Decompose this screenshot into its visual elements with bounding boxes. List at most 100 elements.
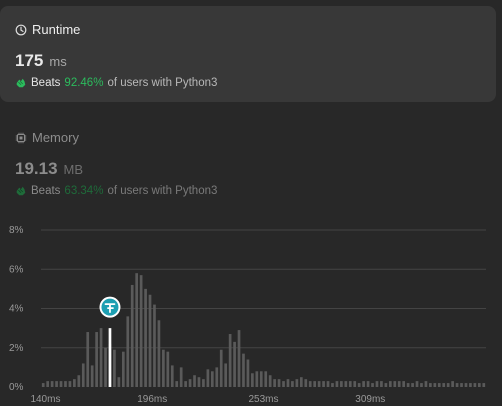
distribution-bar[interactable] (251, 373, 254, 387)
distribution-bar[interactable] (286, 379, 290, 387)
distribution-bar[interactable] (81, 363, 85, 387)
distribution-bar[interactable] (331, 383, 334, 387)
distribution-bar[interactable] (166, 351, 170, 387)
distribution-bar[interactable] (388, 381, 392, 387)
distribution-bar[interactable] (313, 381, 317, 387)
distribution-bar[interactable] (366, 381, 370, 387)
distribution-bar[interactable] (348, 381, 352, 387)
distribution-bar[interactable] (170, 365, 174, 387)
distribution-bar[interactable] (90, 365, 94, 387)
distribution-bar[interactable] (59, 381, 63, 387)
distribution-bar[interactable] (415, 381, 419, 387)
distribution-bar[interactable] (282, 381, 285, 387)
distribution-bar[interactable] (442, 383, 446, 387)
distribution-bar[interactable] (41, 383, 45, 387)
distribution-bar[interactable] (237, 330, 241, 387)
distribution-bar[interactable] (264, 371, 268, 387)
distribution-bar[interactable] (317, 381, 321, 387)
distribution-bar[interactable] (295, 379, 299, 387)
distribution-bar[interactable] (299, 377, 303, 387)
distribution-bar[interactable] (451, 381, 454, 387)
distribution-bar[interactable] (380, 381, 383, 387)
distribution-bar[interactable] (95, 332, 98, 387)
distribution-bar[interactable] (202, 379, 205, 387)
distribution-bar[interactable] (121, 351, 125, 387)
your-submission-bar[interactable] (108, 328, 112, 387)
distribution-bar[interactable] (197, 377, 201, 387)
distribution-bar[interactable] (139, 275, 143, 387)
distribution-bar[interactable] (224, 363, 228, 387)
distribution-bar[interactable] (477, 383, 481, 387)
distribution-bar[interactable] (402, 381, 406, 387)
distribution-bar[interactable] (393, 381, 397, 387)
distribution-bar[interactable] (148, 294, 152, 387)
distribution-bar[interactable] (335, 381, 339, 387)
distribution-bar[interactable] (153, 304, 156, 387)
distribution-bar[interactable] (277, 379, 281, 387)
distribution-bar[interactable] (273, 379, 276, 387)
distribution-bar[interactable] (50, 381, 54, 387)
distribution-bar[interactable] (268, 375, 272, 387)
distribution-bar[interactable] (420, 383, 423, 387)
distribution-bar[interactable] (344, 381, 348, 387)
distribution-bar[interactable] (411, 383, 414, 387)
distribution-bar[interactable] (99, 328, 103, 387)
user-avatar-icon[interactable] (99, 296, 121, 318)
distribution-bar[interactable] (424, 381, 428, 387)
distribution-bar[interactable] (357, 383, 361, 387)
distribution-bar[interactable] (446, 383, 450, 387)
distribution-bar[interactable] (455, 383, 459, 387)
distribution-bar[interactable] (130, 284, 134, 387)
distribution-bar[interactable] (353, 381, 357, 387)
distribution-bar[interactable] (68, 381, 72, 387)
distribution-bar[interactable] (113, 349, 116, 387)
distribution-bar[interactable] (86, 332, 90, 387)
distribution-bar[interactable] (259, 371, 263, 387)
runtime-card[interactable]: Runtime 175 ms Beats 92.46% of users wit… (0, 6, 496, 102)
distribution-bar[interactable] (157, 320, 161, 387)
distribution-bar[interactable] (175, 381, 179, 387)
distribution-bar[interactable] (429, 383, 432, 387)
distribution-bar[interactable] (326, 381, 330, 387)
distribution-bar[interactable] (246, 359, 250, 387)
distribution-bar[interactable] (397, 381, 401, 387)
distribution-bar[interactable] (55, 381, 58, 387)
distribution-bar[interactable] (469, 383, 472, 387)
distribution-bar[interactable] (210, 371, 214, 387)
distribution-bar[interactable] (77, 375, 81, 387)
distribution-bar[interactable] (340, 381, 343, 387)
distribution-bar[interactable] (179, 367, 183, 387)
distribution-bar[interactable] (228, 334, 232, 387)
distribution-bar[interactable] (206, 369, 210, 387)
distribution-bar[interactable] (291, 381, 294, 387)
distribution-bar[interactable] (126, 316, 130, 387)
distribution-bar[interactable] (135, 273, 139, 387)
distribution-bar[interactable] (371, 383, 374, 387)
distribution-bar[interactable] (362, 381, 365, 387)
distribution-bar[interactable] (308, 381, 312, 387)
distribution-bar[interactable] (162, 349, 165, 387)
distribution-bar[interactable] (233, 341, 236, 387)
distribution-bar[interactable] (437, 383, 441, 387)
distribution-bar[interactable] (242, 353, 245, 387)
distribution-bar[interactable] (144, 288, 147, 387)
distribution-bar[interactable] (464, 383, 468, 387)
distribution-bar[interactable] (117, 377, 121, 387)
distribution-bar[interactable] (46, 381, 50, 387)
distribution-bar[interactable] (406, 383, 410, 387)
distribution-bar[interactable] (384, 383, 388, 387)
distribution-bar[interactable] (473, 383, 477, 387)
distribution-bar[interactable] (433, 383, 437, 387)
distribution-bar[interactable] (375, 381, 379, 387)
distribution-bar[interactable] (460, 383, 463, 387)
runtime-distribution-chart[interactable]: 0% 2% 4% 6% 8% 140ms 196ms 253ms 309ms (0, 218, 502, 406)
distribution-bar[interactable] (304, 379, 308, 387)
distribution-bar[interactable] (184, 381, 187, 387)
distribution-bar[interactable] (193, 375, 196, 387)
distribution-bar[interactable] (255, 371, 259, 387)
distribution-bar[interactable] (219, 349, 223, 387)
distribution-bar[interactable] (215, 367, 219, 387)
distribution-bar[interactable] (322, 381, 325, 387)
distribution-bar[interactable] (188, 379, 192, 387)
distribution-bar[interactable] (73, 379, 76, 387)
